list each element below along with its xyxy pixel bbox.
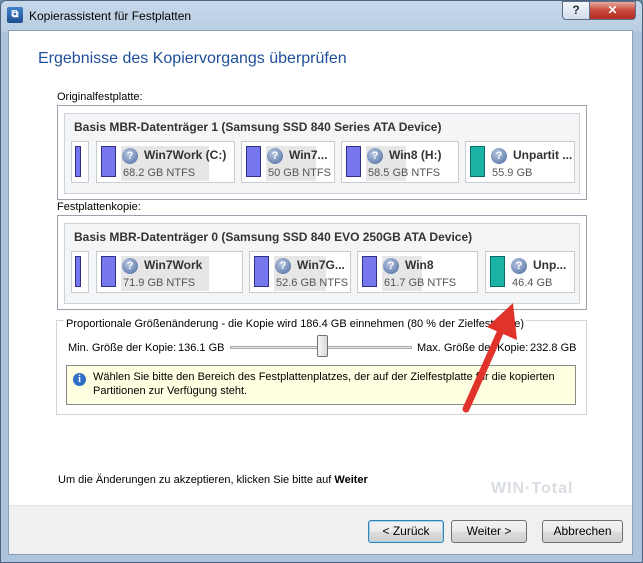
- original-partition-4[interactable]: ? Unpartit ... 55.9 GB: [465, 141, 575, 183]
- help-circle-icon: ?: [267, 148, 283, 164]
- watermark-logo: WIN·Total: [491, 480, 574, 497]
- partition-color-bar: [346, 146, 361, 177]
- copy-partition-4[interactable]: ? Unp... 46.4 GB: [485, 251, 575, 293]
- copy-disk-title: Basis MBR-Datenträger 0 (Samsung SSD 840…: [74, 230, 473, 244]
- partition-color-bar: [470, 146, 485, 177]
- info-text: Wählen Sie bitte den Bereich des Festpla…: [93, 371, 555, 397]
- original-partition-3[interactable]: ? Win8 (H:) 58.5 GB NTFS: [341, 141, 459, 183]
- help-button[interactable]: ?: [562, 1, 590, 20]
- partition-name: Win8 (H:): [389, 148, 442, 162]
- footer-text: Um die Änderungen zu akzeptieren, klicke…: [58, 474, 332, 486]
- original-system-partition[interactable]: [71, 141, 89, 183]
- min-size-value: 136.1 GB: [178, 342, 225, 354]
- partition-color-bar: [490, 256, 505, 287]
- button-bar: < Zurück Weiter > Abbrechen: [9, 506, 632, 554]
- partition-name: Unpartit ...: [513, 148, 573, 162]
- partition-color-bar: [101, 256, 116, 287]
- partition-size: 58.5 GB NTFS: [368, 167, 441, 179]
- help-circle-icon: ?: [367, 148, 383, 164]
- partition-name: Win8: [405, 258, 434, 272]
- copy-size-slider-thumb[interactable]: [317, 335, 328, 357]
- original-disk-group: Basis MBR-Datenträger 1 (Samsung SSD 840…: [57, 105, 587, 200]
- help-circle-icon: ?: [383, 258, 399, 274]
- partition-color-bar: [254, 256, 269, 287]
- partition-size: 68.2 GB NTFS: [123, 167, 196, 179]
- partition-name: Win7G...: [297, 258, 345, 272]
- partition-name: Unp...: [533, 258, 567, 272]
- max-size-label: Max. Größe der Kopie:: [417, 342, 529, 354]
- footer-instruction: Um die Änderungen zu akzeptieren, klicke…: [58, 474, 368, 486]
- help-circle-icon: ?: [275, 258, 291, 274]
- copy-partition-2[interactable]: ? Win7G... 52.6 GB NTFS: [249, 251, 351, 293]
- partition-name: Win7...: [289, 148, 328, 162]
- resize-label: Proportionale Größenänderung - die Kopie…: [64, 318, 526, 330]
- partition-size: 55.9 GB: [492, 167, 533, 179]
- min-size-label: Min. Größe der Kopie:: [68, 342, 177, 354]
- partition-color-bar: [75, 256, 81, 287]
- max-size-value: 232.8 GB: [530, 342, 577, 354]
- info-message: i Wählen Sie bitte den Bereich des Festp…: [66, 365, 576, 405]
- next-button[interactable]: Weiter >: [451, 520, 527, 543]
- partition-size: 71.9 GB NTFS: [123, 277, 196, 289]
- copy-disk-label: Festplattenkopie:: [57, 201, 141, 213]
- partition-size: 61.7 GB NTFS: [384, 277, 457, 289]
- back-button[interactable]: < Zurück: [368, 520, 444, 543]
- copy-disk-group: Basis MBR-Datenträger 0 (Samsung SSD 840…: [57, 215, 587, 310]
- help-circle-icon: ?: [122, 148, 138, 164]
- original-disk-title: Basis MBR-Datenträger 1 (Samsung SSD 840…: [74, 120, 442, 134]
- partition-size: 50 GB NTFS: [268, 167, 331, 179]
- footer-next-keyword: Weiter: [334, 474, 368, 486]
- page-title: Ergebnisse des Kopiervorgangs überprüfen: [38, 50, 347, 67]
- disk-copy-icon: ⧉: [7, 7, 23, 23]
- help-circle-icon: ?: [122, 258, 138, 274]
- partition-name: Win7Work: [144, 258, 203, 272]
- original-disk-label: Originalfestplatte:: [57, 91, 143, 103]
- help-circle-icon: ?: [491, 148, 507, 164]
- copy-partition-1[interactable]: ? Win7Work 71.9 GB NTFS: [96, 251, 243, 293]
- title-bar[interactable]: ⧉ Kopierassistent für Festplatten ? ✕: [1, 1, 642, 31]
- partition-color-bar: [101, 146, 116, 177]
- copy-disk-map: Basis MBR-Datenträger 0 (Samsung SSD 840…: [64, 223, 580, 304]
- partition-name: Win7Work (C:): [144, 148, 227, 162]
- original-partition-2[interactable]: ? Win7... 50 GB NTFS: [241, 141, 335, 183]
- help-circle-icon: ?: [511, 258, 527, 274]
- original-partition-1[interactable]: ? Win7Work (C:) 68.2 GB NTFS: [96, 141, 235, 183]
- cancel-button[interactable]: Abbrechen: [542, 520, 623, 543]
- copy-system-partition[interactable]: [71, 251, 89, 293]
- copy-partition-3[interactable]: ? Win8 61.7 GB NTFS: [357, 251, 478, 293]
- partition-color-bar: [246, 146, 261, 177]
- partition-size: 52.6 GB NTFS: [276, 277, 349, 289]
- info-icon: i: [73, 373, 86, 386]
- close-button[interactable]: ✕: [590, 1, 636, 20]
- partition-color-bar: [75, 146, 81, 177]
- original-disk-map: Basis MBR-Datenträger 1 (Samsung SSD 840…: [64, 113, 580, 194]
- partition-color-bar: [362, 256, 377, 287]
- partition-size: 46.4 GB: [512, 277, 553, 289]
- window-title: Kopierassistent für Festplatten: [29, 9, 192, 23]
